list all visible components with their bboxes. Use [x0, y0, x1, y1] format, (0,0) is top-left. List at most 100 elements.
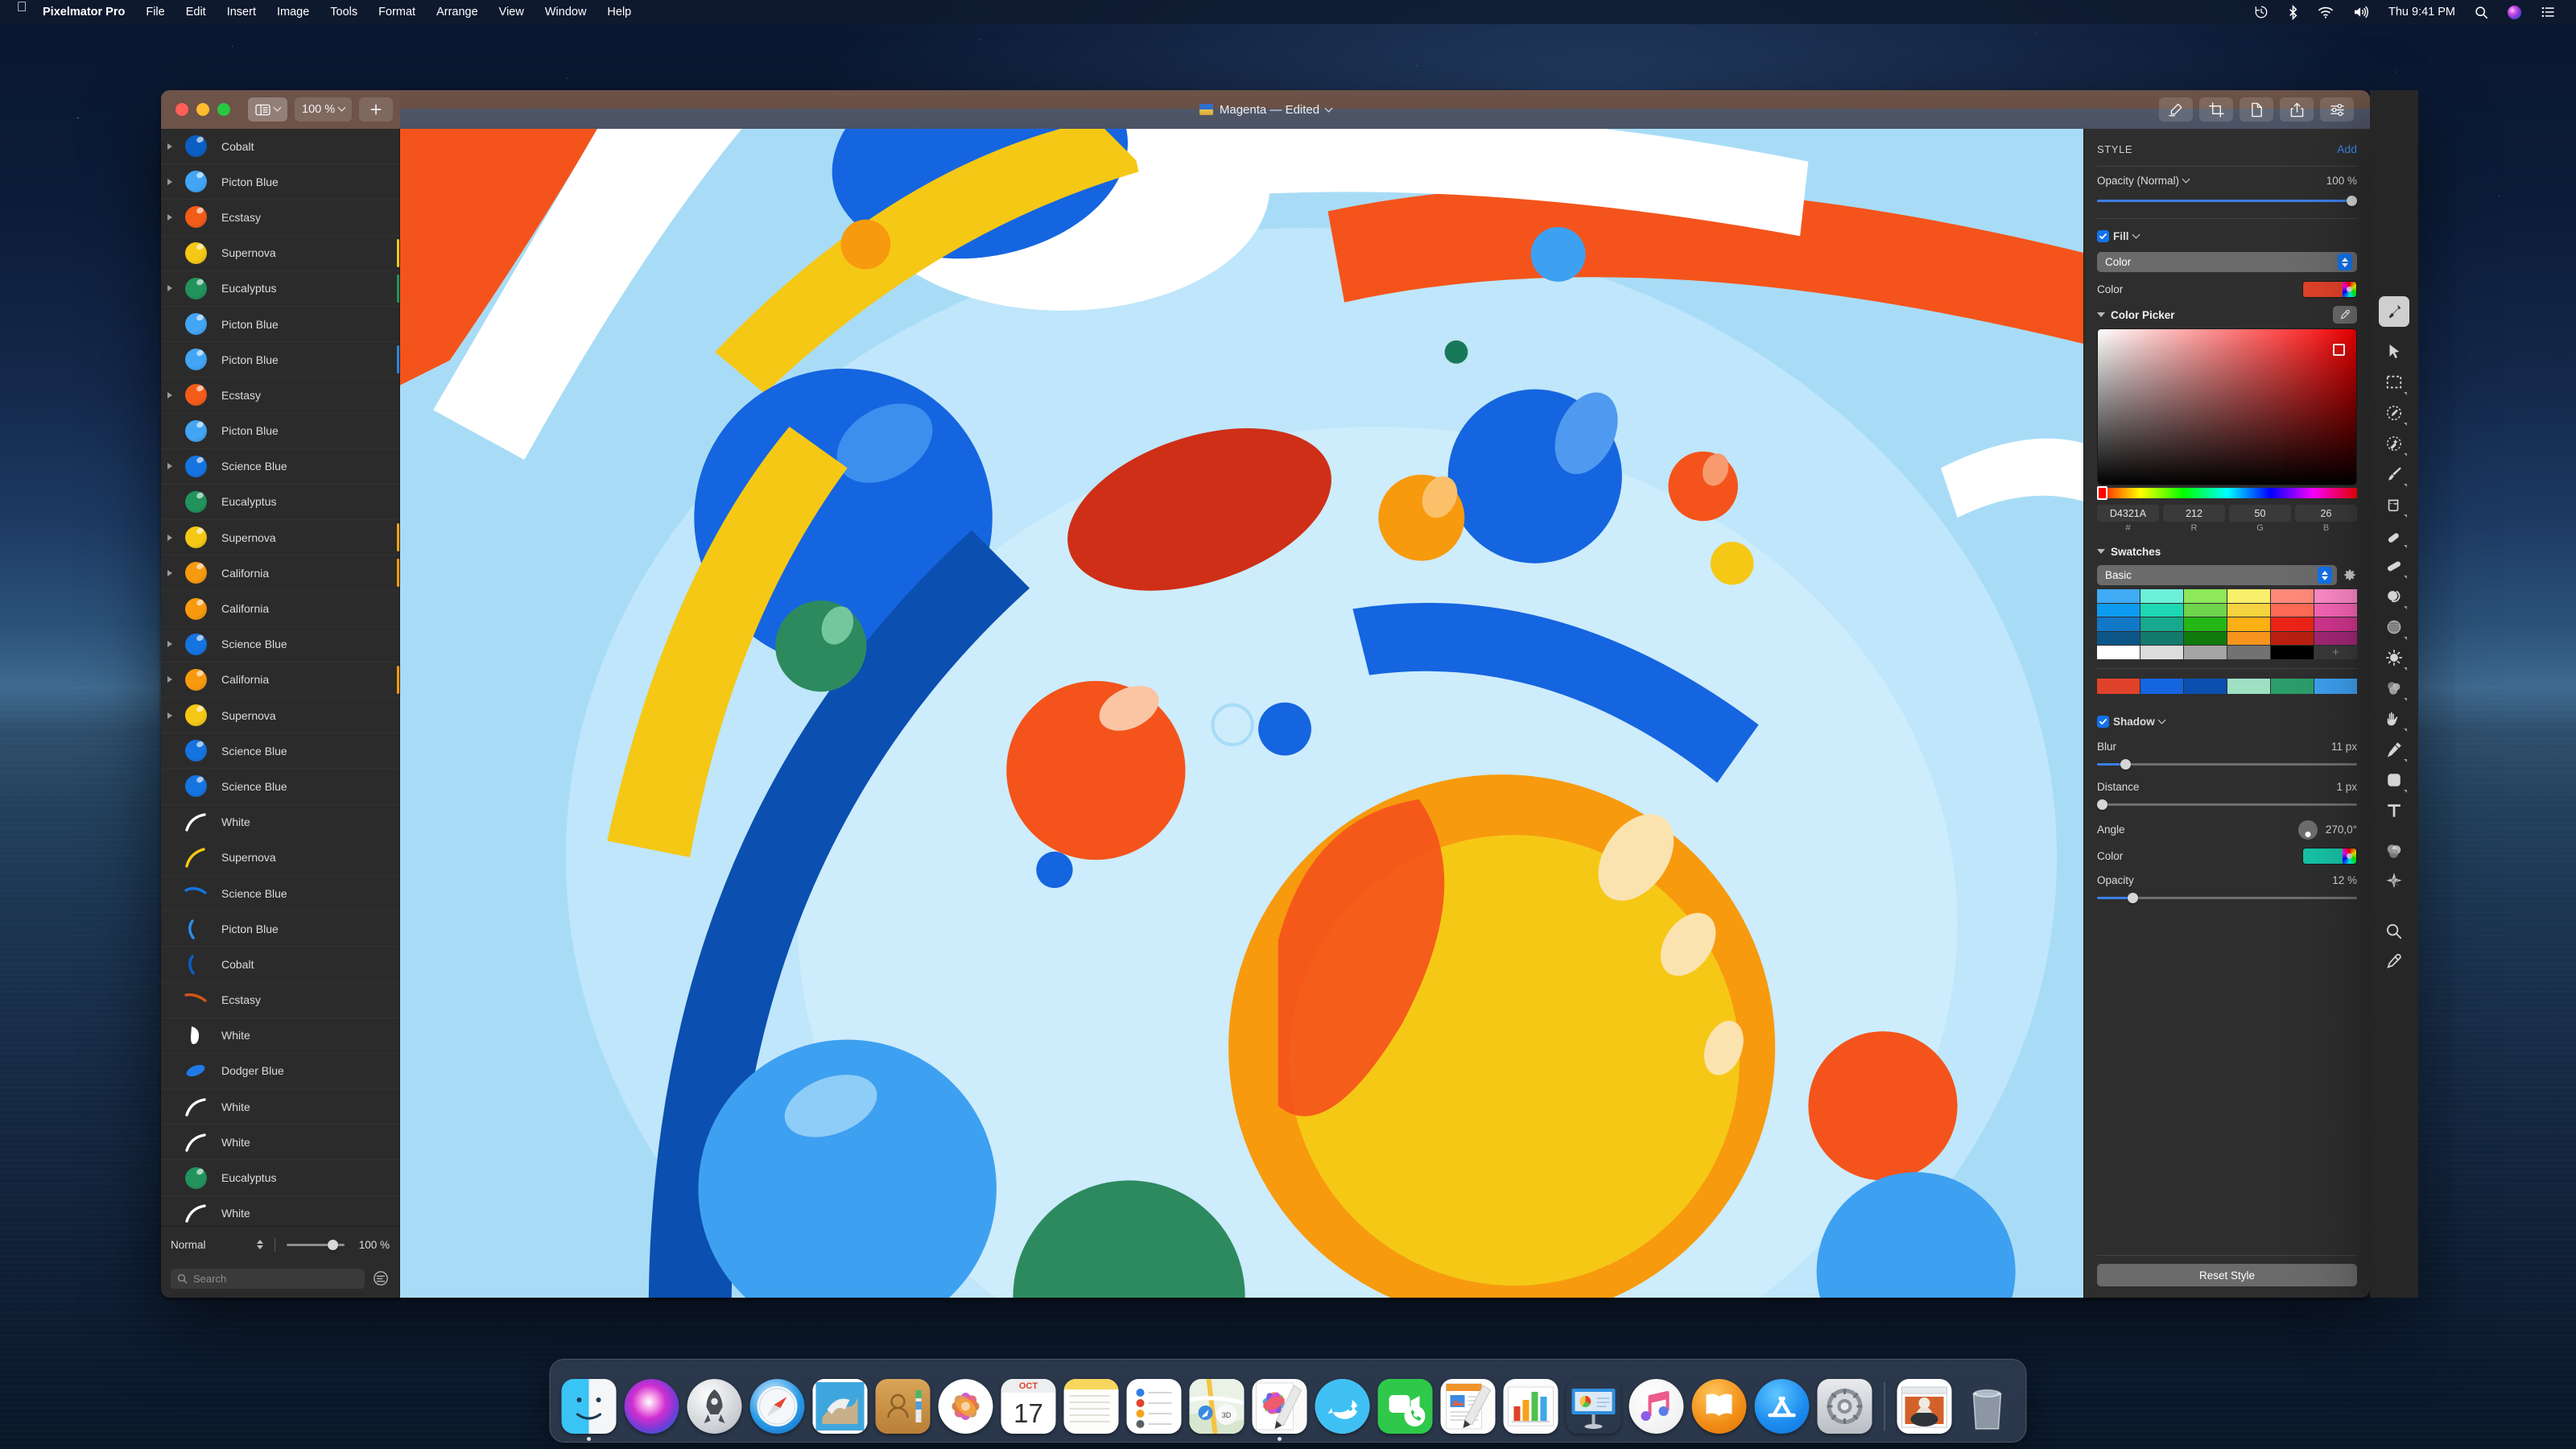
color-swatch[interactable] — [2184, 646, 2227, 659]
dock-item-pages[interactable] — [1440, 1379, 1496, 1434]
dock-item-mail[interactable] — [812, 1379, 868, 1434]
repair-icon[interactable] — [2379, 551, 2409, 581]
disclosure-triangle-icon[interactable] — [161, 569, 179, 576]
dock-item-downloads-stack[interactable] — [1897, 1379, 1952, 1434]
layer-opacity-slider[interactable] — [287, 1237, 345, 1252]
color-wheel-icon[interactable] — [2343, 281, 2356, 297]
dock-item-siri[interactable] — [624, 1379, 679, 1434]
layer-row[interactable]: Eucalyptus — [161, 1160, 399, 1196]
color-swatch[interactable] — [2227, 589, 2270, 603]
paintbrush-icon[interactable] — [2379, 459, 2409, 489]
menu-insert[interactable]: Insert — [217, 0, 266, 24]
menu-app-name[interactable]: Pixelmator Pro — [32, 0, 135, 24]
disclosure-triangle-icon[interactable] — [161, 285, 179, 292]
layer-row[interactable]: California — [161, 555, 399, 592]
layer-row[interactable]: Science Blue — [161, 449, 399, 485]
pen-icon[interactable] — [2379, 734, 2409, 765]
arrow-select-icon[interactable] — [2379, 336, 2409, 367]
filter-icon[interactable] — [372, 1269, 390, 1287]
recent-color-swatch[interactable] — [2097, 678, 2140, 694]
color-swatch[interactable] — [2140, 631, 2183, 645]
inspector-icon[interactable] — [2320, 97, 2354, 122]
dock-item-launchpad[interactable] — [687, 1379, 742, 1434]
chevron-down-icon[interactable] — [1326, 103, 1331, 117]
color-swatch[interactable] — [2227, 631, 2270, 645]
saturation-brightness-field[interactable] — [2097, 328, 2357, 485]
dock-item-system-preferences[interactable] — [1817, 1379, 1872, 1434]
dock-item-contacts[interactable] — [875, 1379, 931, 1434]
shape-icon[interactable] — [2379, 765, 2409, 795]
fill-checkbox[interactable] — [2097, 229, 2109, 242]
search-input[interactable]: Search — [171, 1268, 365, 1289]
layer-row[interactable]: Supernova — [161, 698, 399, 734]
chevron-down-icon[interactable] — [2133, 230, 2139, 242]
layer-row[interactable]: Ecstasy — [161, 378, 399, 414]
paint-style-icon[interactable] — [2379, 296, 2409, 327]
reset-style-button[interactable]: Reset Style — [2097, 1264, 2357, 1286]
text-icon[interactable] — [2379, 795, 2409, 826]
crop-icon[interactable] — [2199, 97, 2233, 122]
recent-color-swatch[interactable] — [2184, 678, 2227, 694]
eraser-icon[interactable] — [2379, 520, 2409, 551]
disclosure-triangle-icon[interactable] — [161, 391, 179, 398]
wifi-icon[interactable] — [2308, 0, 2343, 24]
opacity-slider[interactable] — [2097, 194, 2357, 207]
layer-row[interactable]: Supernova — [161, 520, 399, 556]
layer-row[interactable]: White — [161, 1018, 399, 1054]
dock-item-finder[interactable] — [561, 1379, 617, 1441]
dock-item-trash[interactable] — [1960, 1379, 2015, 1434]
color-swatch[interactable] — [2097, 646, 2140, 659]
disclosure-triangle-icon[interactable] — [161, 534, 179, 541]
layer-row[interactable]: White — [161, 1196, 399, 1226]
fill-type-select[interactable]: Color — [2097, 252, 2357, 272]
layer-row[interactable]: Science Blue — [161, 876, 399, 912]
volume-icon[interactable] — [2343, 0, 2379, 24]
search-icon[interactable] — [2465, 0, 2498, 24]
dock-item-books[interactable] — [1691, 1379, 1747, 1434]
layer-row[interactable]: Eucalyptus — [161, 271, 399, 307]
layer-row[interactable]: Cobalt — [161, 129, 399, 165]
layer-row[interactable]: Supernova — [161, 236, 399, 271]
recent-color-swatch[interactable] — [2314, 678, 2357, 694]
menu-window[interactable]: Window — [535, 0, 597, 24]
dock-item-keynote[interactable] — [1567, 1379, 1621, 1434]
zoom-icon[interactable] — [2379, 916, 2409, 947]
swatch-preset-select[interactable]: Basic — [2097, 565, 2337, 585]
color-swatch[interactable] — [2184, 589, 2227, 603]
layer-row[interactable]: White — [161, 1089, 399, 1125]
angle-dial[interactable] — [2297, 819, 2318, 840]
color-swatch[interactable] — [2184, 617, 2227, 631]
marquee-select-icon[interactable] — [2379, 367, 2409, 398]
layer-row[interactable]: Science Blue — [161, 627, 399, 663]
dock-item-music[interactable] — [1629, 1379, 1684, 1434]
layer-row[interactable]: Picton Blue — [161, 342, 399, 378]
recent-color-swatch[interactable] — [2227, 678, 2270, 694]
menu-clock[interactable]: Thu 9:41 PM — [2379, 6, 2465, 19]
magic-wand-icon[interactable] — [2379, 428, 2409, 459]
blue-field[interactable]: 26 — [2295, 505, 2357, 522]
blend-mode-select[interactable]: Normal — [171, 1239, 263, 1251]
color-swatch[interactable] — [2227, 646, 2270, 659]
add-swatch-button[interactable]: + — [2314, 646, 2357, 659]
hue-slider[interactable] — [2097, 486, 2357, 500]
dock-item-numbers[interactable] — [1503, 1379, 1558, 1434]
color-swatch[interactable] — [2140, 589, 2183, 603]
paint-bucket-icon[interactable] — [2379, 489, 2409, 520]
disclosure-triangle-icon[interactable] — [2097, 549, 2105, 554]
color-swatch[interactable] — [2314, 631, 2357, 645]
layers-list[interactable]: Cobalt Picton Blue Ecstasy Supernova Eucalyp… — [161, 129, 399, 1226]
layer-row[interactable]: Supernova — [161, 840, 399, 876]
disclosure-triangle-icon[interactable] — [161, 213, 179, 221]
menu-edit[interactable]: Edit — [175, 0, 217, 24]
blur-icon[interactable] — [2379, 673, 2409, 704]
eyedropper-icon[interactable] — [2333, 306, 2357, 324]
color-swatch[interactable] — [2097, 631, 2140, 645]
color-wheel-icon[interactable] — [2343, 848, 2356, 864]
zoom-level-popup[interactable]: 100 % — [295, 97, 353, 122]
color-swatch[interactable] — [2097, 589, 2140, 603]
dock-item-safari[interactable] — [749, 1379, 805, 1434]
menu-format[interactable]: Format — [368, 0, 426, 24]
bluetooth-icon[interactable] — [2278, 0, 2308, 24]
close-button[interactable] — [175, 103, 188, 116]
disclosure-triangle-icon[interactable] — [2097, 312, 2105, 317]
